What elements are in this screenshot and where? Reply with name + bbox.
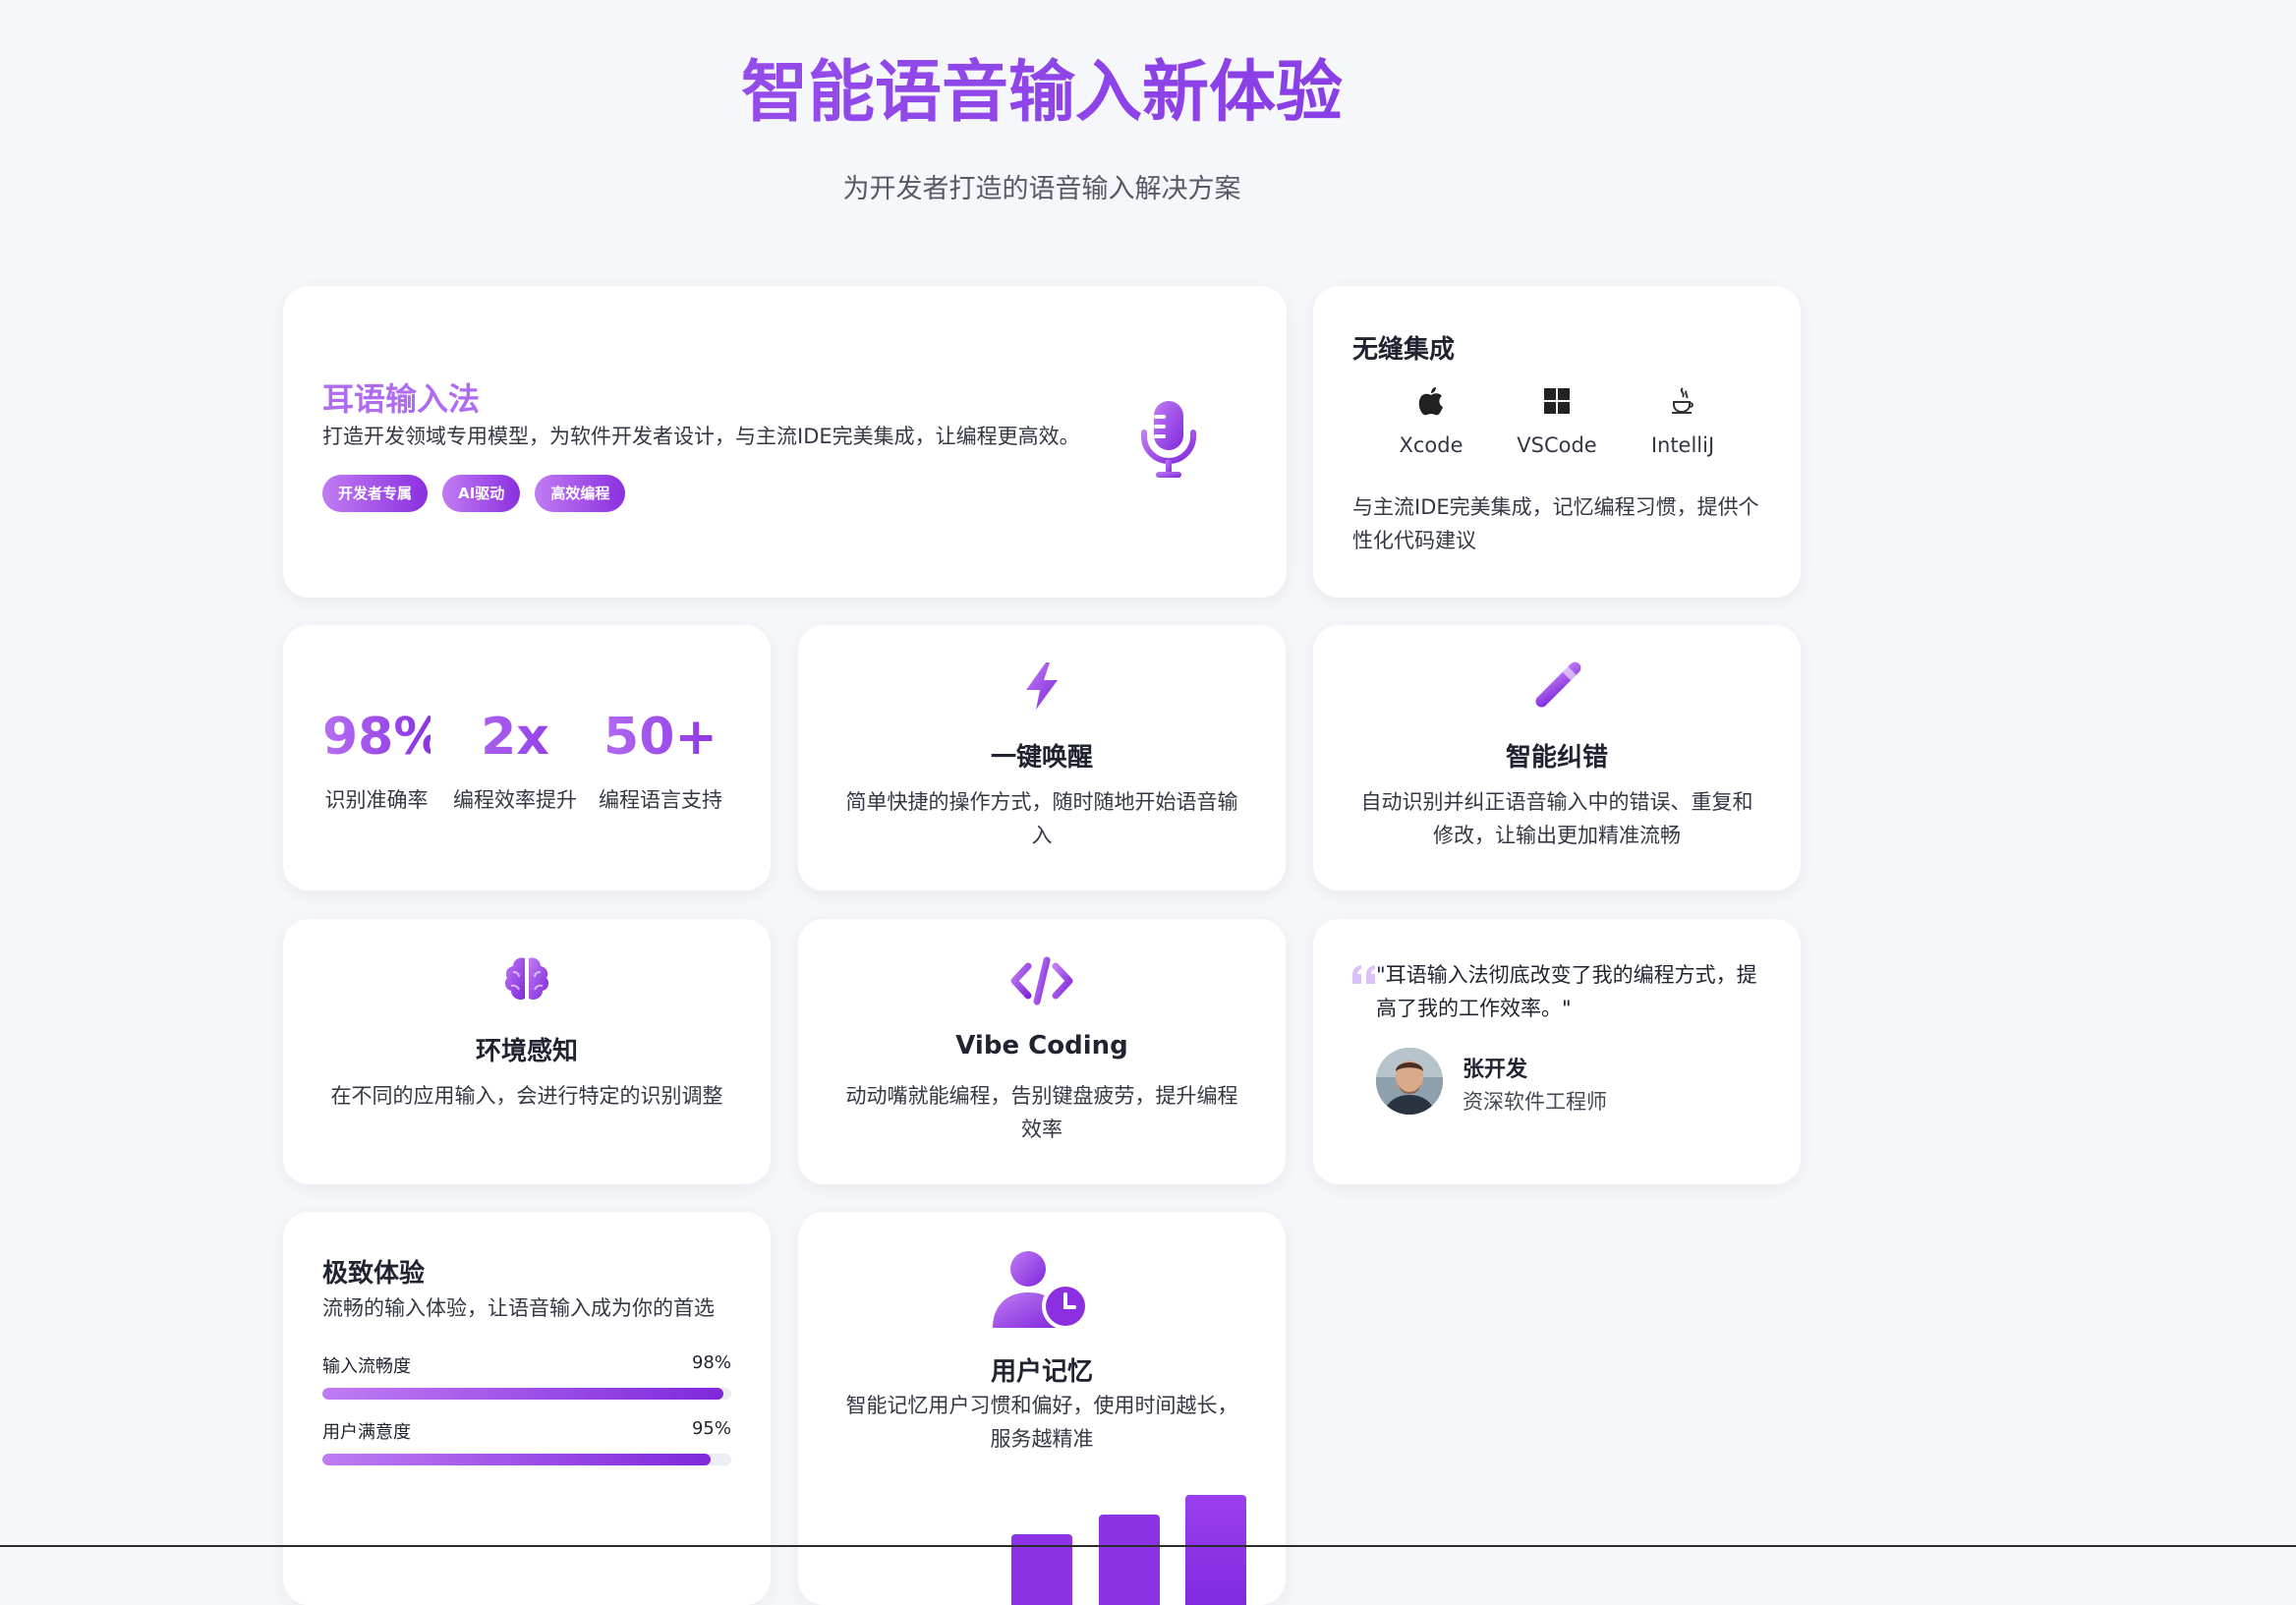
windows-icon	[1544, 388, 1570, 414]
feature-title: 智能纠错	[1505, 743, 1608, 773]
metric-value: 98%	[691, 1352, 731, 1373]
feature-context-card: 环境感知 在不同的应用输入，会进行特定的识别调整	[283, 919, 771, 1184]
feature-description: 自动识别并纠正语音输入中的错误、重复和修改，让输出更加精准流畅	[1360, 790, 1753, 847]
deco-bar	[1185, 1495, 1246, 1605]
ide-label: VSCode	[1517, 433, 1597, 457]
feature-title: Vibe Coding	[955, 1031, 1128, 1060]
stat-accuracy: 98% 识别准确率	[322, 708, 445, 814]
stat-value: 50+	[592, 708, 729, 767]
metric-satisfaction: 用户满意度 95%	[322, 1418, 731, 1465]
feature-description: 动动嘴就能编程，告别键盘疲劳，提升编程效率	[845, 1084, 1238, 1141]
brain-icon	[504, 957, 549, 1001]
experience-subtitle: 流畅的输入体验，让语音输入成为你的首选	[322, 1296, 715, 1320]
stat-languages: 50+ 编程语言支持	[592, 708, 729, 814]
ide-label: Xcode	[1399, 433, 1464, 457]
progress-bar	[322, 1388, 731, 1400]
lightning-icon	[1026, 662, 1058, 710]
page-subtitle: 为开发者打造的语音输入解决方案	[842, 174, 1241, 204]
feature-title: 一键唤醒	[990, 743, 1093, 773]
feature-correction-card: 智能纠错 自动识别并纠正语音输入中的错误、重复和修改，让输出更加精准流畅	[1313, 625, 1801, 890]
code-icon	[1010, 956, 1073, 1005]
ide-intellij[interactable]: IntelliJ	[1624, 386, 1742, 457]
tag-list: 开发者专属 AI驱动 高效编程	[322, 475, 635, 512]
stat-value: 2x	[448, 708, 582, 767]
apple-icon	[1418, 387, 1443, 416]
metric-label: 输入流畅度	[322, 1356, 411, 1377]
tag-ai[interactable]: AI驱动	[442, 475, 521, 512]
stats-card: 98% 识别准确率 2x 编程效率提升 50+ 编程语言支持	[283, 625, 771, 890]
integration-card: 无缝集成 Xcode VSCode IntelliJ 与主流IDE完美集成，记忆…	[1313, 286, 1801, 598]
tag-efficiency[interactable]: 高效编程	[535, 475, 626, 512]
magic-wand-icon	[1535, 661, 1581, 708]
stat-label: 识别准确率	[324, 788, 429, 812]
tag-developer[interactable]: 开发者专属	[322, 475, 429, 512]
ide-label: IntelliJ	[1650, 433, 1715, 457]
feature-title: 环境感知	[475, 1037, 578, 1066]
page-title: 智能语音输入新体验	[0, 49, 2084, 138]
experience-title: 极致体验	[322, 1259, 426, 1289]
testimonial-name: 张开发	[1463, 1058, 1528, 1082]
metric-fluency: 输入流畅度 98%	[322, 1352, 731, 1400]
product-title: 耳语输入法	[322, 380, 481, 418]
feature-description: 简单快捷的操作方式，随时随地开始语音输入	[845, 790, 1238, 847]
feature-vibe-card: Vibe Coding 动动嘴就能编程，告别键盘疲劳，提升编程效率	[798, 919, 1286, 1184]
stat-efficiency: 2x 编程效率提升	[448, 708, 582, 814]
stat-label: 编程效率提升	[453, 788, 577, 812]
testimonial-card: "耳语输入法彻底改变了我的编程方式，提高了我的工作效率。" 张开发 资深软件工程…	[1313, 919, 1801, 1184]
progress-fill	[322, 1388, 723, 1400]
ide-vscode[interactable]: VSCode	[1498, 386, 1616, 457]
ide-xcode[interactable]: Xcode	[1372, 386, 1490, 457]
product-description: 打造开发领域专用模型，为软件开发者设计，与主流IDE完美集成，让编程更高效。	[322, 425, 1080, 448]
microphone-icon	[1141, 401, 1196, 478]
stat-value: 98%	[322, 708, 445, 767]
progress-fill	[322, 1454, 712, 1465]
metric-label: 用户满意度	[322, 1422, 411, 1443]
java-icon	[1672, 387, 1693, 414]
integration-description: 与主流IDE完美集成，记忆编程习惯，提供个性化代码建议	[1352, 495, 1759, 552]
feature-description: 在不同的应用输入，会进行特定的识别调整	[330, 1084, 723, 1108]
feature-wake-card: 一键唤醒 简单快捷的操作方式，随时随地开始语音输入	[798, 625, 1286, 890]
deco-bar	[1099, 1515, 1160, 1605]
testimonial-quote: "耳语输入法彻底改变了我的编程方式，提高了我的工作效率。"	[1376, 963, 1757, 1020]
main-product-card: 耳语输入法 打造开发领域专用模型，为软件开发者设计，与主流IDE完美集成，让编程…	[283, 286, 1287, 598]
avatar	[1376, 1048, 1443, 1115]
integration-title: 无缝集成	[1352, 335, 1456, 365]
stat-label: 编程语言支持	[599, 788, 722, 812]
metric-value: 95%	[691, 1418, 731, 1439]
progress-bar	[322, 1454, 731, 1465]
testimonial-role: 资深软件工程师	[1463, 1090, 1607, 1114]
quote-icon	[1352, 965, 1375, 984]
